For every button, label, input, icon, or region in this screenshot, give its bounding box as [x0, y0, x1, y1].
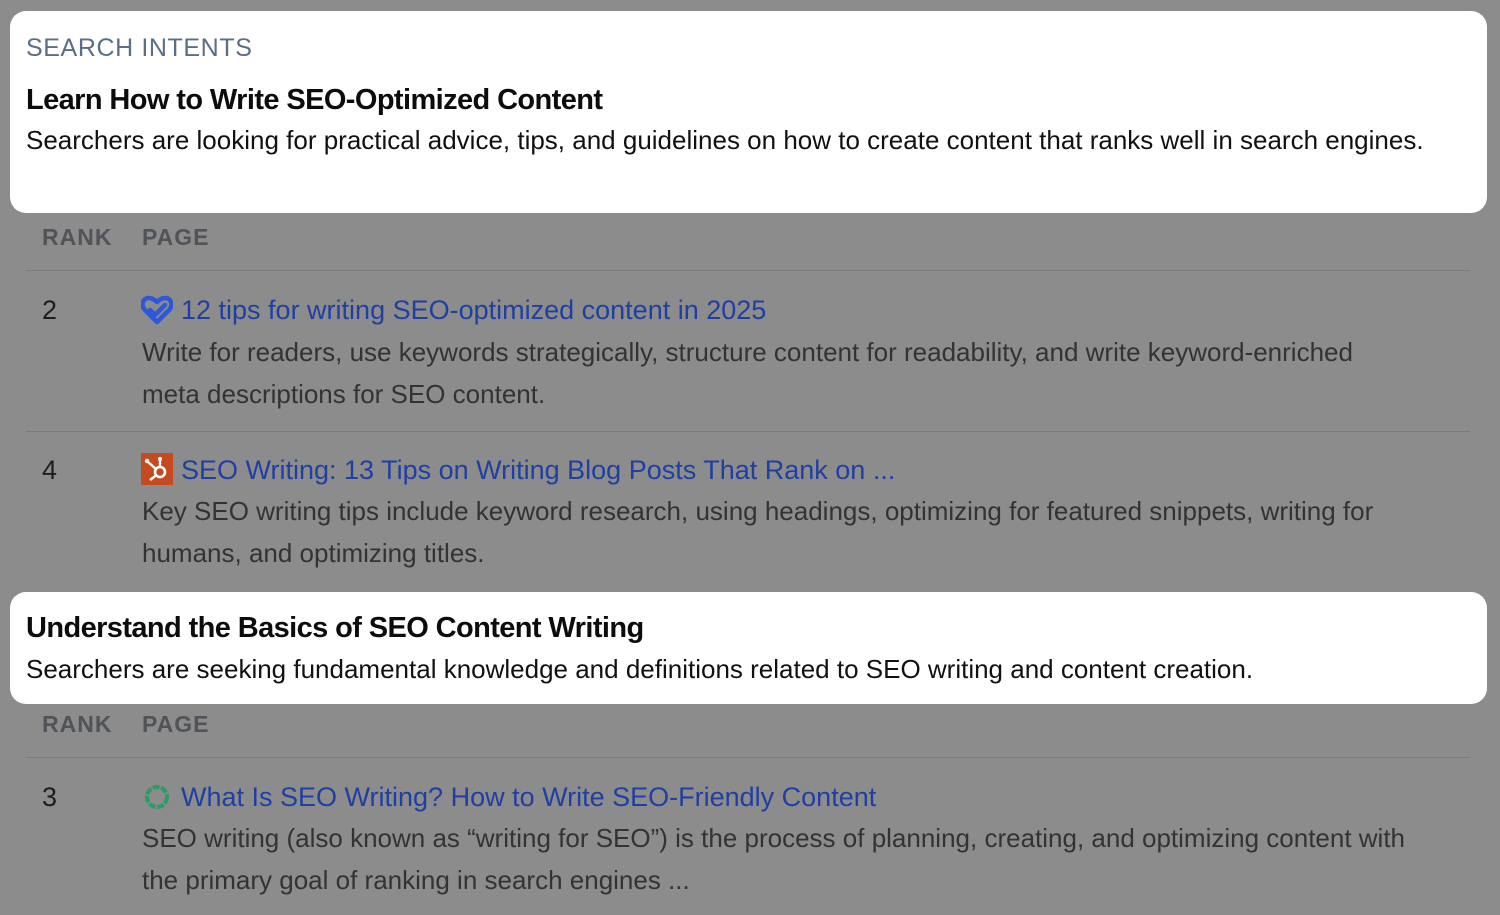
result-link[interactable]: What Is SEO Writing? How to Write SEO-Fr… — [181, 782, 876, 813]
divider — [26, 270, 1470, 271]
result-description: Write for readers, use keywords strategi… — [142, 337, 1353, 409]
rank-value: 3 — [42, 782, 58, 812]
page-column-header: PAGE — [142, 224, 210, 250]
result-description: Key SEO writing tips include keyword res… — [142, 496, 1374, 568]
intent-card-1: SEARCH INTENTS Learn How to Write SEO-Op… — [10, 11, 1487, 213]
divider — [26, 431, 1470, 432]
intent-description: Searchers are looking for practical advi… — [26, 125, 1424, 155]
intent-title: Learn How to Write SEO-Optimized Content — [26, 84, 603, 116]
hubspot-sprocket-icon — [141, 453, 173, 485]
intent-description: Searchers are seeking fundamental knowle… — [26, 654, 1254, 684]
rank-value: 4 — [42, 455, 58, 485]
intent-card-2: Understand the Basics of SEO Content Wri… — [10, 592, 1487, 704]
result-link[interactable]: SEO Writing: 13 Tips on Writing Blog Pos… — [181, 455, 895, 486]
page-column-header: PAGE — [142, 711, 210, 737]
rank-value: 2 — [42, 295, 58, 325]
intent-title: Understand the Basics of SEO Content Wri… — [26, 612, 644, 644]
rank-column-header: RANK — [42, 224, 113, 250]
heart-check-icon — [141, 295, 173, 325]
green-ring-icon — [145, 785, 169, 809]
rank-column-header: RANK — [42, 711, 113, 737]
result-link[interactable]: 12 tips for writing SEO-optimized conten… — [181, 295, 766, 326]
result-description: SEO writing (also known as “writing for … — [142, 823, 1406, 895]
section-label: SEARCH INTENTS — [26, 34, 253, 62]
divider — [26, 757, 1470, 758]
